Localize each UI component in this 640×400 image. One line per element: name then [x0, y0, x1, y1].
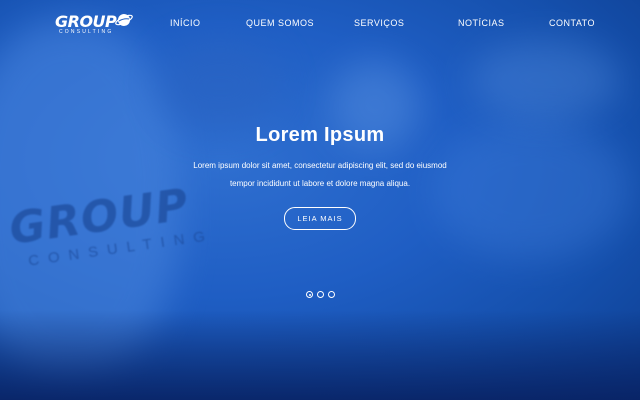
hero-text-line-2: tempor incididunt ut labore et dolore ma… — [229, 179, 411, 188]
slider-dot-1[interactable] — [306, 291, 313, 298]
hero-title: Lorem Ipsum — [255, 124, 385, 146]
slider-dot-2[interactable] — [317, 291, 324, 298]
globe-orbit-icon — [115, 14, 133, 26]
nav-item-quem-somos[interactable]: QUEM SOMOS — [246, 18, 314, 28]
hero-section: GROUP CONSULTING GROUP CONSULTING INÍCIO… — [0, 0, 640, 400]
brand-logo[interactable]: GROUP CONSULTING — [55, 12, 135, 38]
top-navigation: GROUP CONSULTING INÍCIO QUEM SOMOS SERVI… — [0, 0, 640, 48]
read-more-button[interactable]: LEIA MAIS — [284, 207, 356, 230]
nav-item-servicos[interactable]: SERVIÇOS — [354, 18, 404, 28]
slider-pagination — [306, 291, 335, 298]
nav-item-contato[interactable]: CONTATO — [549, 18, 595, 28]
background-blur-shape — [470, 40, 620, 120]
background-blur-shape — [160, 40, 280, 130]
nav-item-inicio[interactable]: INÍCIO — [170, 18, 201, 28]
brand-tagline: CONSULTING — [59, 29, 114, 35]
nav-item-noticias[interactable]: NOTÍCIAS — [458, 18, 505, 28]
slider-dot-3[interactable] — [328, 291, 335, 298]
hero-text-line-1: Lorem ipsum dolor sit amet, consectetur … — [193, 161, 447, 170]
